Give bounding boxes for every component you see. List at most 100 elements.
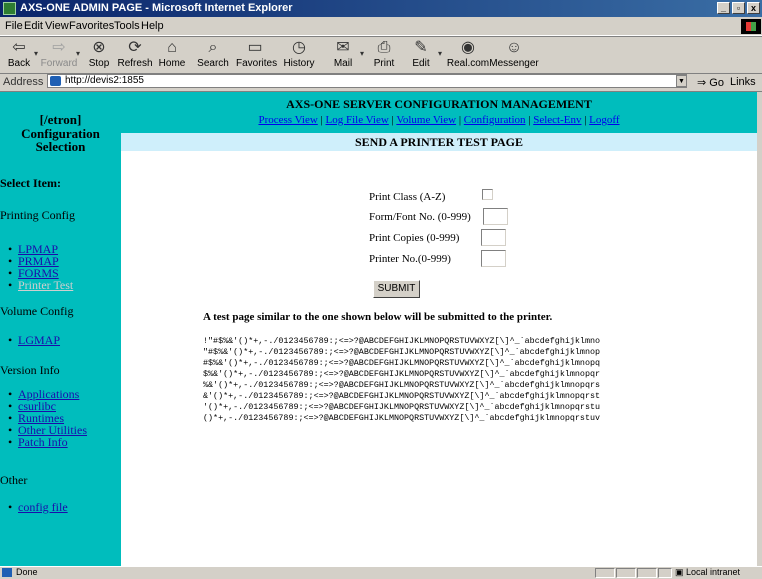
- print-copies-field[interactable]: [481, 229, 506, 246]
- links-button[interactable]: Links: [730, 76, 756, 88]
- form-font-field[interactable]: [483, 208, 508, 225]
- favorites-icon: ▭: [247, 39, 263, 56]
- sidebar-link-config-file[interactable]: config file: [18, 500, 68, 514]
- page-title: SEND A PRINTER TEST PAGE: [354, 135, 524, 149]
- search-label: Search: [197, 58, 229, 69]
- section-other: Other: [0, 473, 28, 487]
- sample-line: ()*+,-./0123456789:;<=>?@ABCDEFGHIJKLMNO…: [203, 413, 601, 423]
- list-item: config file: [8, 500, 68, 514]
- address-label: Address: [3, 76, 44, 88]
- printer-no-label: Printer No.(0-999): [369, 253, 451, 265]
- close-button[interactable]: x: [747, 2, 760, 14]
- ie-app-icon: [3, 2, 16, 15]
- sample-line: '()*+,-./0123456789:;<=>?@ABCDEFGHIJKLMN…: [203, 402, 601, 412]
- print-class-label: Print Class (A-Z): [369, 191, 446, 203]
- top-nav: Process View | Log File View | Volume Vi…: [121, 114, 757, 126]
- back-label: Back: [7, 58, 31, 69]
- go-button[interactable]: ⇒ Go: [697, 76, 724, 89]
- refresh-button[interactable]: ⟳ Refresh: [116, 39, 154, 69]
- menu-file[interactable]: File: [5, 20, 23, 32]
- browser-toolbar: ⇦ Back ▾ ⇨ Forward ▾ ⊗ Stop ⟳ Refresh ⌂ Home …: [0, 36, 762, 74]
- page-done-icon: [2, 568, 12, 577]
- print-class-field[interactable]: [482, 189, 493, 200]
- menu-favorites[interactable]: Favorites: [69, 20, 114, 32]
- print-icon: ⎙: [377, 39, 391, 56]
- window-title-bar: AXS-ONE ADMIN PAGE - Microsoft Internet …: [0, 0, 762, 17]
- nav-select-env[interactable]: Select-Env: [533, 114, 581, 126]
- back-arrow-icon: ⇦: [12, 39, 26, 56]
- nav-logoff[interactable]: Logoff: [589, 114, 619, 126]
- vertical-scrollbar[interactable]: [757, 92, 762, 566]
- history-label: History: [283, 58, 315, 69]
- nav-log-file-view[interactable]: Log File View: [326, 114, 389, 126]
- edit-icon: ✎: [414, 39, 428, 56]
- realcom-icon: ◉: [461, 39, 475, 56]
- section-version-info: Version Info: [0, 363, 60, 377]
- status-bar: Done ▣ Local intranet: [0, 566, 762, 579]
- sidebar-header: [/etron] Configuration Selection: [0, 92, 121, 154]
- home-icon: ⌂: [167, 39, 177, 56]
- edit-button[interactable]: ✎ Edit: [402, 39, 440, 69]
- stop-button[interactable]: ⊗ Stop: [80, 39, 118, 69]
- minimize-button[interactable]: _: [717, 2, 730, 14]
- select-item-label: Select Item:: [0, 176, 61, 190]
- windows-logo-icon: [741, 19, 761, 34]
- security-zone: ▣ Local intranet: [675, 567, 740, 578]
- address-url: http://devis2:1855: [65, 75, 144, 86]
- sample-line: !"#$%&'()*+,-./0123456789:;<=>?@ABCDEFGH…: [203, 336, 601, 346]
- section-printing-config: Printing Config: [0, 208, 76, 222]
- sample-line: &'()*+,-./0123456789:;<=>?@ABCDEFGHIJKLM…: [203, 391, 601, 401]
- volume-config-list: LGMAP: [0, 334, 60, 346]
- menu-edit[interactable]: Edit: [24, 20, 43, 32]
- forward-label: Forward: [40, 58, 78, 69]
- edit-dropdown-icon[interactable]: ▾: [438, 49, 442, 58]
- sample-line: #$%&'()*+,-./0123456789:;<=>?@ABCDEFGHIJ…: [203, 358, 601, 368]
- maximize-button[interactable]: ▫: [732, 2, 745, 14]
- mail-button[interactable]: ✉ Mail: [324, 39, 362, 69]
- nav-separator: |: [317, 114, 326, 126]
- nav-separator: |: [456, 114, 464, 126]
- refresh-icon: ⟳: [128, 39, 142, 56]
- print-copies-label: Print Copies (0-999): [369, 232, 460, 244]
- window-controls: _ ▫ x: [715, 2, 760, 14]
- address-dropdown-icon[interactable]: ▼: [676, 75, 687, 87]
- mail-dropdown-icon[interactable]: ▾: [360, 49, 364, 58]
- back-dropdown-icon[interactable]: ▾: [34, 49, 38, 58]
- messenger-icon: ☺: [505, 39, 523, 56]
- home-label: Home: [158, 58, 186, 69]
- refresh-label: Refresh: [117, 58, 153, 69]
- test-page-description: A test page similar to the one shown bel…: [203, 311, 553, 323]
- nav-process-view[interactable]: Process View: [258, 114, 317, 126]
- nav-volume-view[interactable]: Volume View: [396, 114, 456, 126]
- sidebar-link-patch-info[interactable]: Patch Info: [18, 435, 68, 449]
- realcom-button[interactable]: ◉ Real.com: [445, 39, 491, 69]
- forward-arrow-icon: ⇨: [52, 39, 66, 56]
- sidebar-link-printer-test[interactable]: Printer Test: [18, 278, 73, 292]
- address-input[interactable]: http://devis2:1855: [47, 74, 687, 88]
- home-button[interactable]: ⌂ Home: [153, 39, 191, 69]
- history-button[interactable]: ◷ History: [280, 39, 318, 69]
- menu-help[interactable]: Help: [141, 20, 164, 32]
- menu-tools[interactable]: Tools: [114, 20, 140, 32]
- search-button[interactable]: ⌕ Search: [194, 39, 232, 69]
- back-button[interactable]: ⇦ Back: [0, 39, 38, 69]
- printer-no-field[interactable]: [481, 250, 506, 267]
- go-label: Go: [709, 77, 724, 89]
- messenger-button[interactable]: ☺ Messenger: [488, 39, 540, 69]
- test-page-sample: !"#$%&'()*+,-./0123456789:;<=>?@ABCDEFGH…: [203, 336, 600, 424]
- submit-button[interactable]: SUBMIT: [373, 280, 420, 298]
- search-icon: ⌕: [208, 39, 218, 56]
- print-button[interactable]: ⎙ Print: [365, 39, 403, 69]
- sample-line: %&'()*+,-./0123456789:;<=>?@ABCDEFGHIJKL…: [203, 380, 601, 390]
- mail-icon: ✉: [336, 39, 350, 56]
- list-item: Printer Test: [8, 278, 73, 292]
- sidebar-link-lgmap[interactable]: LGMAP: [18, 333, 60, 347]
- messenger-label: Messenger: [489, 58, 539, 69]
- favorites-button[interactable]: ▭ Favorites: [236, 39, 277, 69]
- nav-configuration[interactable]: Configuration: [464, 114, 526, 126]
- forward-button[interactable]: ⇨ Forward: [40, 39, 78, 69]
- status-panel: [658, 568, 672, 578]
- menu-view[interactable]: View: [45, 20, 69, 32]
- page-title-band: SEND A PRINTER TEST PAGE: [121, 133, 757, 151]
- list-item: LGMAP: [8, 333, 60, 347]
